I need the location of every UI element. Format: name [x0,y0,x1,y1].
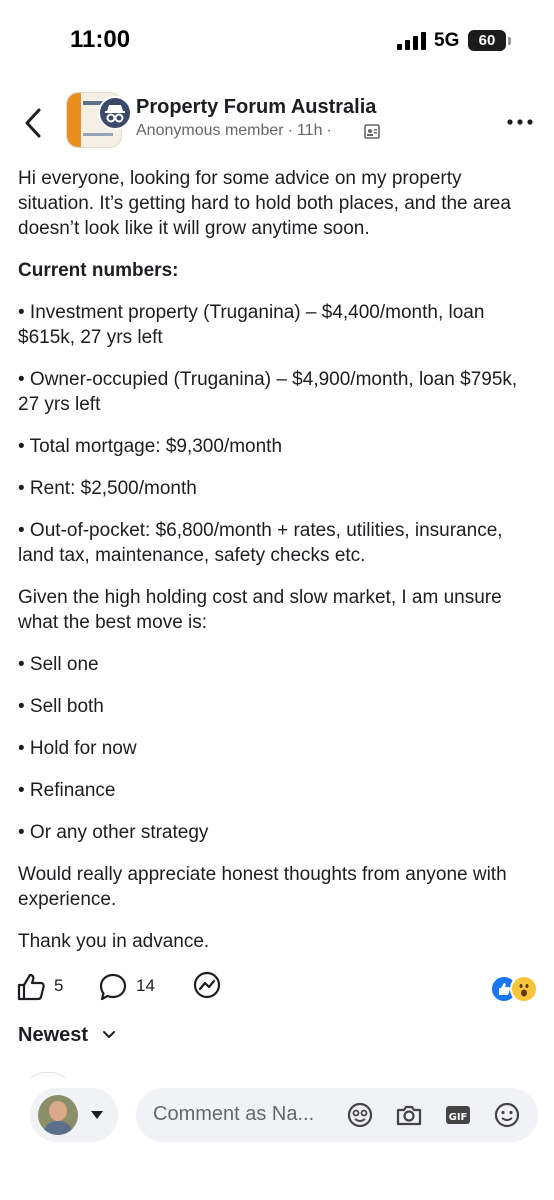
meta-separator: · [287,122,293,139]
list-item: • Out-of-pocket: $6,800/month + rates, u… [18,520,503,566]
post-question: Given the high holding cost and slow mar… [18,587,502,633]
list-item: • Rent: $2,500/month [18,478,197,499]
meta-separator-2: · [326,122,332,139]
like-count[interactable]: 5 [54,976,63,996]
option-item: • Hold for now [18,738,137,759]
gif-icon[interactable]: GIF [444,1101,472,1129]
post-time: 11h [296,122,323,139]
group-name[interactable]: Property Forum Australia [136,96,376,119]
post-meta: Anonymous member · 11h · [136,122,336,140]
status-time: 11:00 [70,26,131,53]
wow-reaction-icon[interactable] [510,975,538,1003]
post-intro: Hi everyone, looking for some advice on … [18,168,511,239]
signal-icon [397,32,426,50]
list-item: • Total mortgage: $9,300/month [18,436,283,457]
comment-count[interactable]: 14 [136,976,155,996]
list-item: • Owner-occupied (Truganina) – $4,900/mo… [18,369,518,415]
camera-icon[interactable] [395,1101,423,1129]
comment-icon[interactable] [98,972,128,1002]
status-bar: 11:00 5G 60 [0,0,554,80]
more-icon[interactable] [506,118,534,126]
option-item: • Sell both [18,696,104,717]
author-label: Anonymous member [136,122,284,139]
option-item: • Or any other strategy [18,822,209,843]
svg-text:GIF: GIF [449,1112,468,1123]
emoji-icon[interactable] [493,1101,521,1129]
privacy-icon [364,124,380,139]
post-body: Hi everyone, looking for some advice on … [18,166,538,971]
post-thanks: Thank you in advance. [18,931,210,952]
comment-placeholder[interactable]: Comment as Na... [153,1103,314,1126]
like-icon[interactable] [16,972,46,1002]
chevron-down-icon[interactable] [102,1030,116,1040]
numbers-heading: Current numbers: [18,260,179,281]
caret-down-icon[interactable] [91,1111,103,1119]
sticker-icon[interactable] [346,1101,374,1129]
option-item: • Refinance [18,780,116,801]
list-item: • Investment property (Truganina) – $4,4… [18,302,485,348]
share-icon[interactable] [192,970,222,1002]
battery-tip [508,37,511,45]
anonymous-icon [98,96,132,130]
back-arrow-icon[interactable] [22,106,46,140]
battery-level: 60 [478,32,496,49]
option-item: • Sell one [18,654,99,675]
battery-icon: 60 [468,30,506,51]
avatar[interactable] [38,1095,78,1135]
network-label: 5G [434,30,460,51]
sort-selector[interactable]: Newest [18,1024,88,1047]
post-closing: Would really appreciate honest thoughts … [18,864,507,910]
